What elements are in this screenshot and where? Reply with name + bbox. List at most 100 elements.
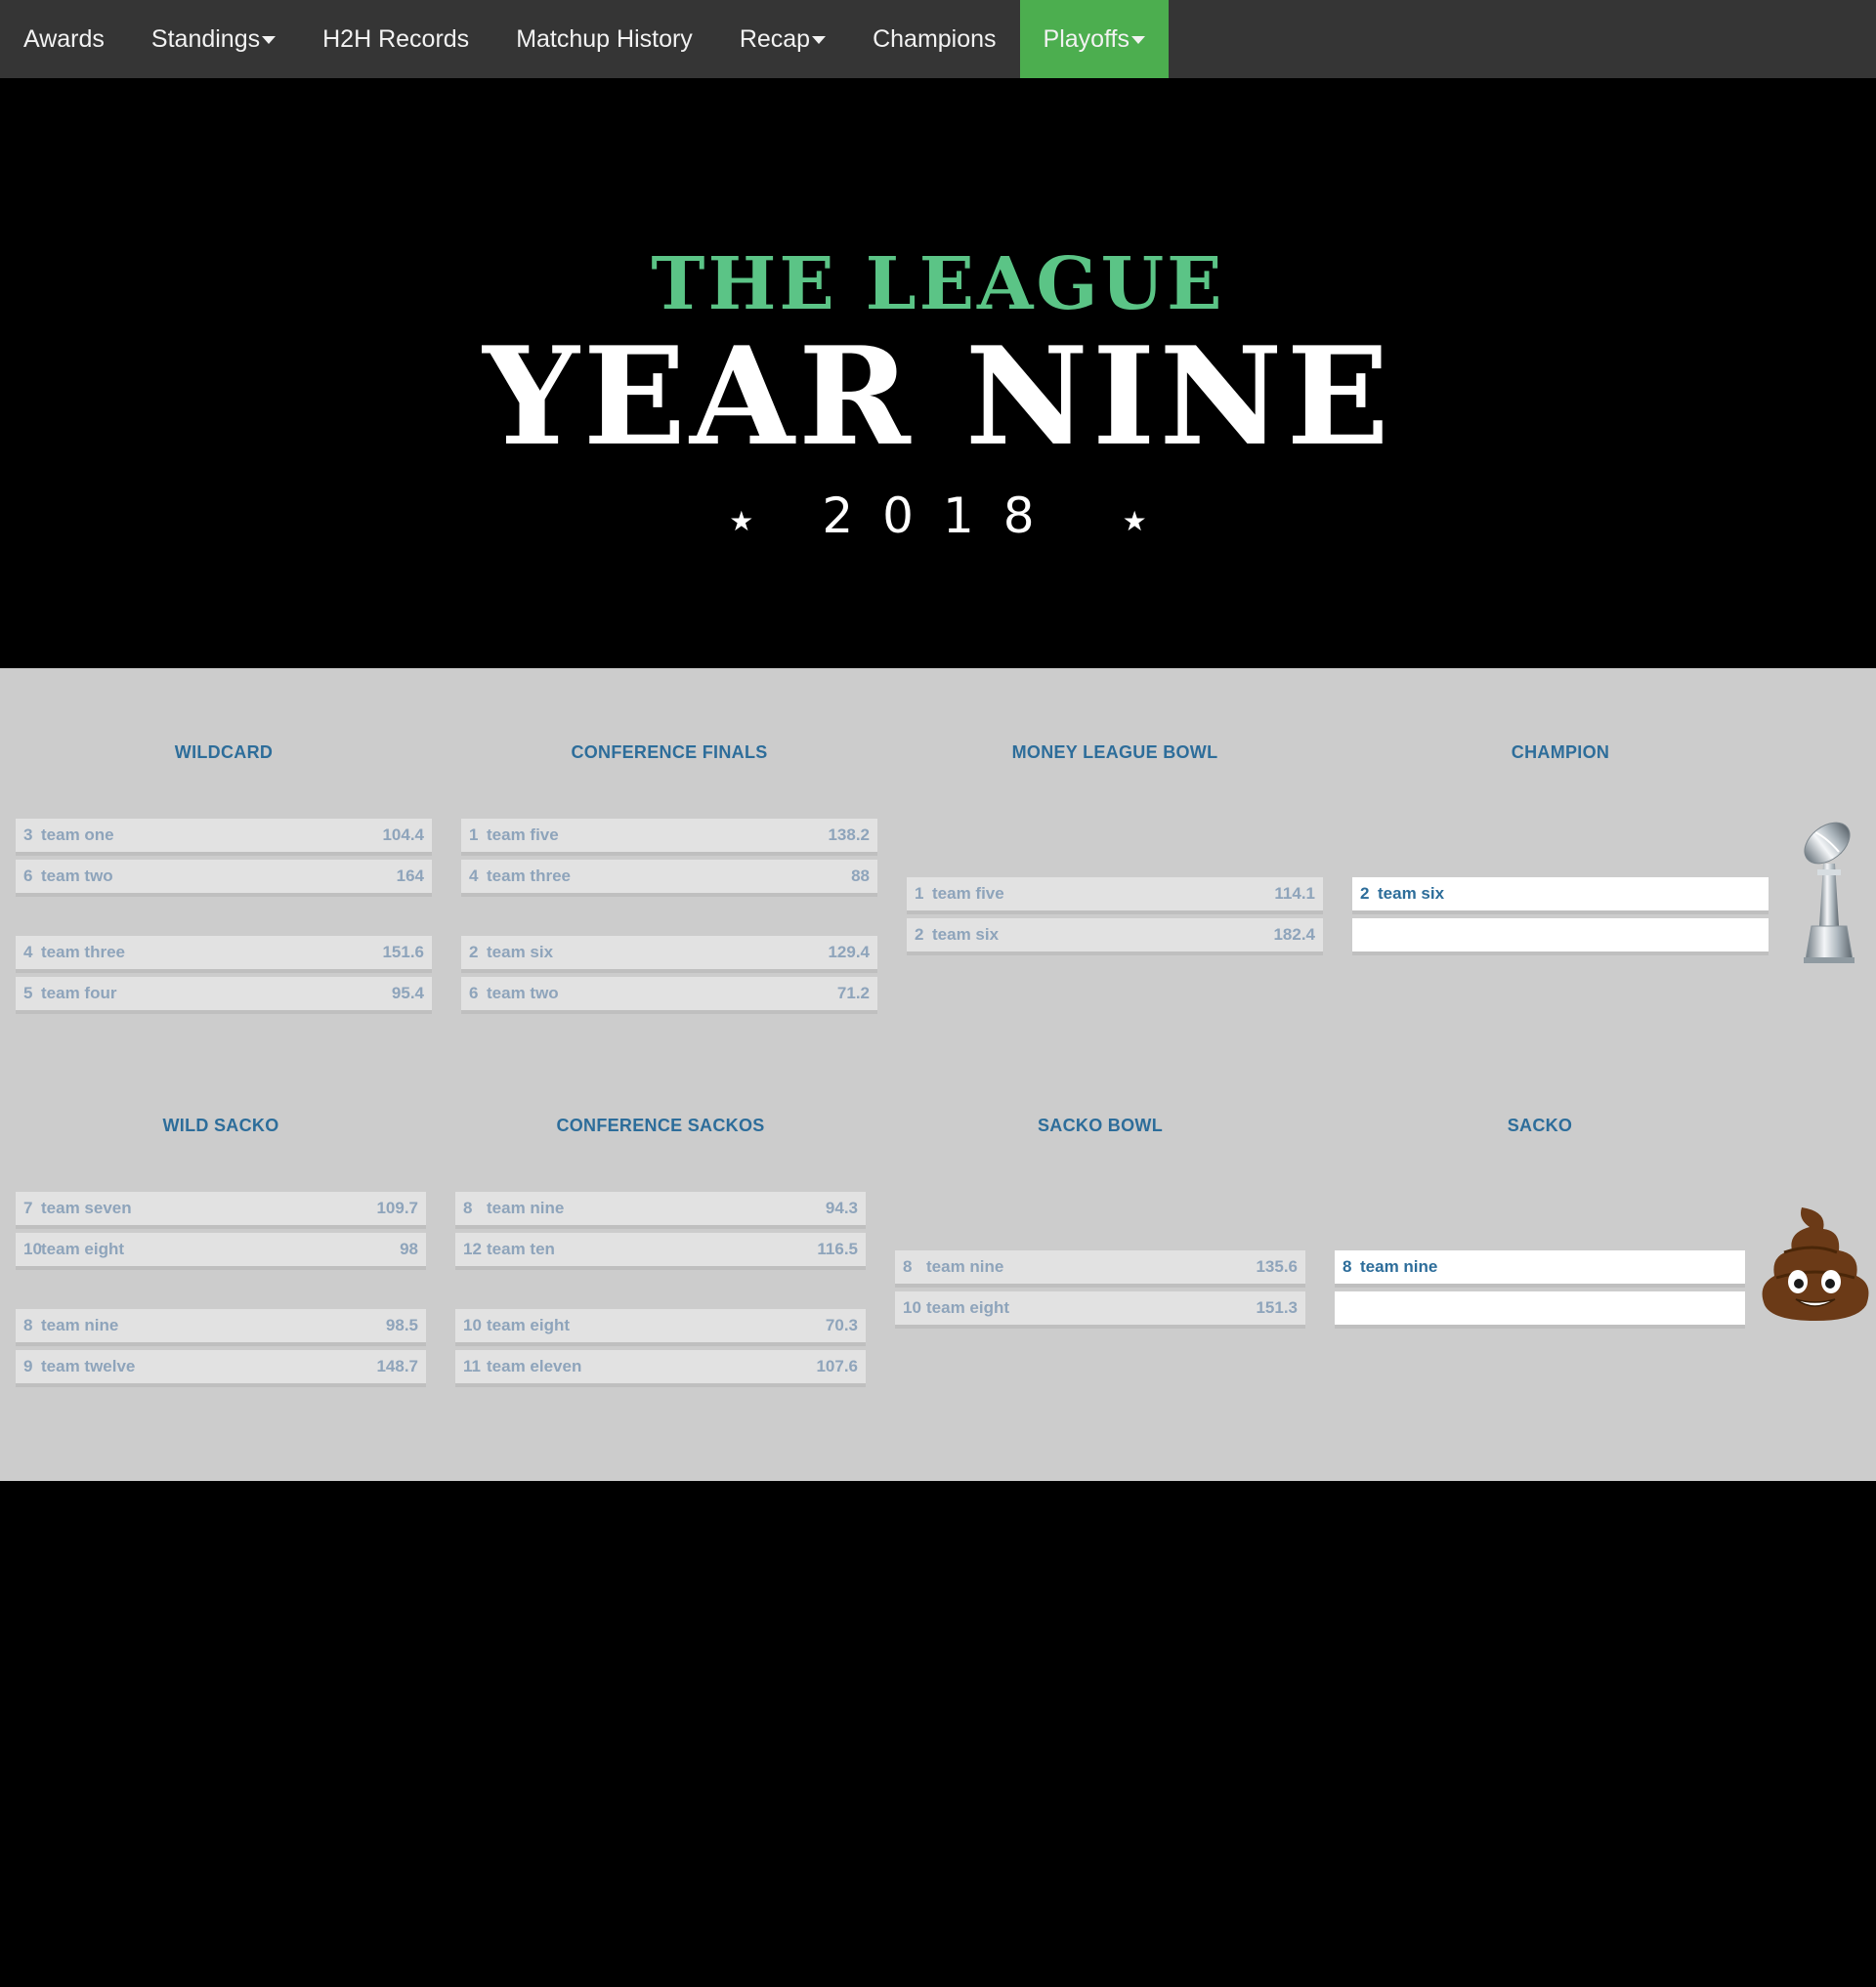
nav-matchup-history[interactable]: Matchup History bbox=[492, 0, 716, 78]
team-score: 151.3 bbox=[1256, 1298, 1298, 1317]
team-score: 138.2 bbox=[828, 825, 870, 844]
nav-awards[interactable]: Awards bbox=[0, 0, 128, 78]
team-name: team five bbox=[487, 825, 559, 844]
nav-h2h-records[interactable]: H2H Records bbox=[299, 0, 492, 78]
caret-down-icon bbox=[262, 36, 277, 44]
hero-year-row: ★ 2018 ★ bbox=[0, 486, 1876, 545]
champion-team-row[interactable]: 2 team six bbox=[1352, 877, 1769, 914]
team-seed: 8 bbox=[1343, 1257, 1352, 1276]
team-name: team eight bbox=[487, 1316, 571, 1334]
team-seed: 1 bbox=[469, 825, 479, 844]
team-name: team one bbox=[41, 825, 114, 844]
bracket-area: WILDCARD CONFERENCE FINALS MONEY LEAGUE … bbox=[0, 668, 1876, 1481]
team-seed: 2 bbox=[1360, 884, 1370, 903]
nav-label: Standings bbox=[150, 24, 261, 53]
nav-recap[interactable]: Recap bbox=[716, 0, 849, 78]
team-score: 94.3 bbox=[825, 1199, 858, 1217]
team-row[interactable]: 5 team four 95.4 bbox=[16, 977, 432, 1014]
team-name: team eight bbox=[41, 1240, 125, 1258]
team-name: team five bbox=[932, 884, 1004, 903]
team-row[interactable]: 2 team six 129.4 bbox=[461, 936, 877, 973]
round-title-champion: CHAMPION bbox=[1511, 742, 1610, 762]
nav-label: Matchup History bbox=[516, 24, 693, 53]
matchup: 2 team six 129.4 6 team two 71.2 bbox=[461, 936, 877, 1018]
team-seed: 10 bbox=[463, 1316, 482, 1334]
trophy-icon bbox=[1804, 822, 1855, 963]
matchup: 10 team eight 70.3 11 team eleven 107.6 bbox=[455, 1309, 866, 1391]
matchup: 7 team seven 109.7 10 team eight 98 bbox=[16, 1192, 426, 1274]
champion-box: 2 team six bbox=[1352, 877, 1769, 959]
matchup: 1 team five 138.2 4 team three 88 bbox=[461, 819, 877, 901]
nav-standings[interactable]: Standings bbox=[128, 0, 299, 78]
team-name: team nine bbox=[926, 1257, 1004, 1276]
caret-down-icon bbox=[1131, 36, 1146, 44]
page-footer-blank bbox=[0, 1481, 1876, 1987]
caret-down-icon bbox=[812, 36, 827, 44]
team-score: 98.5 bbox=[385, 1316, 418, 1334]
team-row[interactable]: 8 team nine 94.3 bbox=[455, 1192, 866, 1229]
matchup: 4 team three 151.6 5 team four 95.4 bbox=[16, 936, 432, 1018]
round-title-wild-sacko: WILD SACKO bbox=[162, 1116, 279, 1135]
team-row[interactable]: 11 team eleven 107.6 bbox=[455, 1350, 866, 1387]
nav-label: Awards bbox=[23, 24, 105, 53]
team-name: team two bbox=[41, 867, 113, 885]
nav-playoffs[interactable]: Playoffs bbox=[1019, 0, 1170, 78]
team-seed: 2 bbox=[915, 925, 924, 944]
hero-subtitle: THE LEAGUE bbox=[651, 242, 1225, 326]
team-row[interactable]: 8 team nine 98.5 bbox=[16, 1309, 426, 1346]
nav-label: H2H Records bbox=[322, 24, 470, 53]
poop-emoji-icon bbox=[1762, 1207, 1869, 1321]
team-name: team six bbox=[1378, 884, 1445, 903]
matchup: 8 team nine 98.5 9 team twelve 148.7 bbox=[16, 1309, 426, 1391]
team-row[interactable]: 12 team ten 116.5 bbox=[455, 1233, 866, 1270]
team-row[interactable]: 8 team nine 135.6 bbox=[895, 1250, 1305, 1288]
team-row[interactable]: 4 team three 88 bbox=[461, 860, 877, 897]
sacko-box: 8 team nine bbox=[1335, 1250, 1745, 1332]
team-seed: 8 bbox=[23, 1316, 33, 1334]
team-row[interactable]: 4 team three 151.6 bbox=[16, 936, 432, 973]
team-row[interactable]: 10 team eight 151.3 bbox=[895, 1291, 1305, 1329]
team-name: team eleven bbox=[487, 1357, 582, 1375]
sacko-team-row[interactable]: 8 team nine bbox=[1335, 1250, 1745, 1288]
nav-champions[interactable]: Champions bbox=[849, 0, 1019, 78]
team-seed: 10 bbox=[903, 1298, 921, 1317]
team-score: 114.1 bbox=[1274, 884, 1315, 903]
team-row[interactable]: 6 team two 164 bbox=[16, 860, 432, 897]
team-row[interactable]: 9 team twelve 148.7 bbox=[16, 1350, 426, 1387]
team-seed: 6 bbox=[469, 984, 479, 1002]
star-icon: ★ bbox=[729, 506, 754, 536]
team-score: 116.5 bbox=[817, 1240, 858, 1258]
team-row[interactable]: 2 team six 182.4 bbox=[907, 918, 1323, 955]
team-name: team twelve bbox=[41, 1357, 136, 1375]
team-row[interactable]: 1 team five 138.2 bbox=[461, 819, 877, 856]
round-title-sacko: SACKO bbox=[1507, 1116, 1573, 1135]
star-icon: ★ bbox=[1122, 506, 1147, 536]
empty-team-row bbox=[1352, 918, 1769, 955]
round-title-money-league-bowl: MONEY LEAGUE BOWL bbox=[1011, 742, 1218, 762]
team-row[interactable]: 10 team eight 98 bbox=[16, 1233, 426, 1270]
matchup: 3 team one 104.4 6 team two 164 bbox=[16, 819, 432, 901]
nav-label: Playoffs bbox=[1043, 24, 1130, 53]
team-row[interactable]: 10 team eight 70.3 bbox=[455, 1309, 866, 1346]
team-name: team nine bbox=[1360, 1257, 1438, 1276]
team-row[interactable]: 7 team seven 109.7 bbox=[16, 1192, 426, 1229]
nav-label: Recap bbox=[739, 24, 811, 53]
team-score: 107.6 bbox=[816, 1357, 858, 1375]
team-name: team three bbox=[41, 943, 125, 961]
team-row[interactable]: 3 team one 104.4 bbox=[16, 819, 432, 856]
team-seed: 5 bbox=[23, 984, 33, 1002]
team-seed: 6 bbox=[23, 867, 33, 885]
team-seed: 4 bbox=[469, 867, 479, 885]
round-title-conference-finals: CONFERENCE FINALS bbox=[571, 742, 768, 762]
team-score: 98 bbox=[400, 1240, 418, 1258]
team-row[interactable]: 1 team five 114.1 bbox=[907, 877, 1323, 914]
team-score: 151.6 bbox=[382, 943, 424, 961]
team-name: team nine bbox=[487, 1199, 565, 1217]
team-score: 164 bbox=[396, 867, 424, 885]
team-score: 109.7 bbox=[376, 1199, 418, 1217]
team-seed: 1 bbox=[915, 884, 924, 903]
team-row[interactable]: 6 team two 71.2 bbox=[461, 977, 877, 1014]
team-name: team six bbox=[487, 943, 554, 961]
team-seed: 2 bbox=[469, 943, 479, 961]
hero-year: 2018 bbox=[822, 487, 1064, 544]
